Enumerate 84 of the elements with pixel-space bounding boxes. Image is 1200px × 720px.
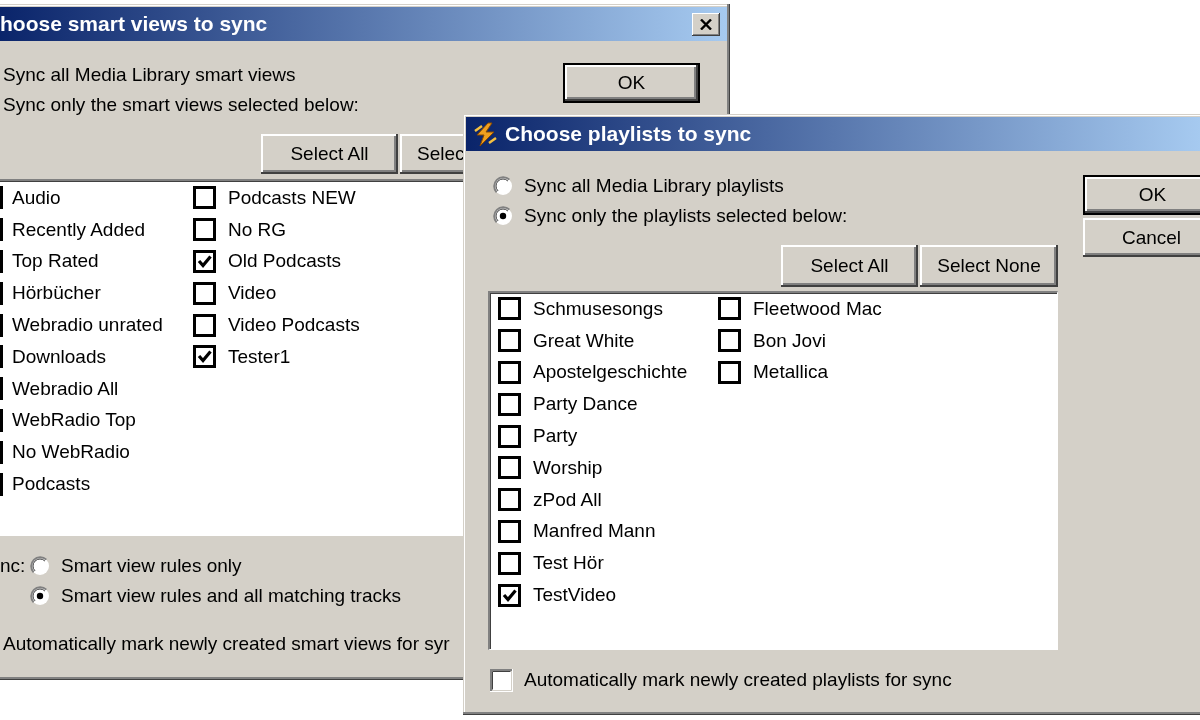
checkbox-label[interactable]: TestVideo (533, 584, 617, 607)
checkbox-edge-icon (0, 408, 3, 432)
checkbox[interactable] (498, 297, 521, 321)
checkbox-label[interactable]: Webradio All (12, 377, 119, 400)
checkbox-edge-icon (0, 218, 3, 242)
checkbox-edge-icon (0, 281, 3, 305)
checkbox[interactable] (718, 329, 741, 353)
dialog-button[interactable]: Select All (781, 245, 918, 287)
lightning-bolt-icon (473, 121, 498, 147)
checkbox[interactable] (498, 392, 521, 416)
checkbox-label[interactable]: No RG (228, 218, 287, 241)
dialog-button[interactable]: Selec (400, 134, 464, 174)
checkbox-label[interactable]: Manfred Mann (533, 520, 656, 543)
checkbox-label[interactable]: Podcasts NEW (228, 186, 356, 209)
checkbox[interactable] (490, 668, 513, 692)
checkbox-label[interactable]: WebRadio Top (12, 409, 136, 432)
checkbox-label[interactable]: Hörbücher (12, 282, 101, 305)
checkbox-label[interactable]: Top Rated (12, 250, 99, 273)
checkbox-label[interactable]: No WebRadio (12, 441, 130, 464)
checkbox[interactable] (193, 313, 216, 337)
checkbox-label[interactable]: Automatically mark newly created playlists for sync (524, 669, 952, 691)
radio-button[interactable] (30, 586, 50, 606)
checkbox-label[interactable]: Tester1 (228, 345, 291, 368)
checkbox-label[interactable]: zPod All (533, 488, 602, 511)
checkbox[interactable] (498, 519, 521, 543)
checkbox-edge-icon (0, 345, 3, 369)
radio-label[interactable]: Sync all Media Library playlists (524, 175, 784, 197)
checkbox-label[interactable]: Webradio unrated (12, 314, 163, 337)
radio-label[interactable]: Sync only the playlists selected below: (524, 205, 848, 227)
radio-button[interactable] (493, 176, 513, 196)
checkbox[interactable] (498, 583, 521, 607)
checkbox-label[interactable]: Old Podcasts (228, 250, 341, 273)
close-icon (700, 18, 712, 30)
checkbox-edge-icon (0, 313, 3, 337)
radio-label[interactable]: Smart view rules and all matching tracks (61, 585, 401, 607)
checkbox[interactable] (498, 488, 521, 512)
radio-button[interactable] (30, 556, 50, 576)
checkbox-label[interactable]: Test Hör (533, 552, 604, 575)
checkbox-label[interactable]: Video Podcasts (228, 314, 360, 337)
dialog-button[interactable]: Select None (920, 245, 1058, 287)
checkbox-label[interactable]: Schmusesongs (533, 297, 663, 320)
checkbox-edge-icon (0, 440, 3, 464)
checkbox-edge-icon (0, 472, 3, 496)
checkbox[interactable] (193, 250, 216, 273)
checkbox-label[interactable]: Great White (533, 329, 635, 352)
radio-button[interactable] (493, 206, 513, 226)
window-title: Choose playlists to sync (505, 122, 752, 146)
checkbox-label[interactable]: Automatically mark newly created smart views for syr (0, 629, 450, 659)
checkbox[interactable] (718, 297, 741, 321)
checkbox[interactable] (498, 551, 521, 575)
checkbox-label[interactable]: Party Dance (533, 393, 638, 416)
checkbox-label[interactable]: Downloads (12, 345, 106, 368)
dialog-button[interactable]: Cancel (1083, 218, 1200, 257)
close-button[interactable] (692, 12, 720, 36)
checkbox-edge-icon (0, 250, 3, 273)
checkbox-label[interactable]: Recently Added (12, 218, 146, 241)
radio-label[interactable]: Sync all Media Library smart views (3, 60, 296, 90)
checkbox-label[interactable]: Podcasts (12, 473, 91, 496)
field-label: nc: (0, 554, 27, 578)
dialog-button[interactable]: OK (1083, 175, 1200, 215)
checkbox[interactable] (193, 186, 216, 210)
checkbox[interactable] (718, 361, 741, 384)
checkbox[interactable] (193, 345, 216, 369)
checkbox[interactable] (498, 329, 521, 353)
checkbox[interactable] (498, 424, 521, 448)
window-title: hoose smart views to sync (0, 12, 269, 36)
checkbox-edge-icon (0, 377, 3, 401)
checkbox-label[interactable]: Worship (533, 456, 603, 479)
checkbox-label[interactable]: Fleetwood Mac (753, 297, 882, 320)
checkbox-label[interactable]: Audio (12, 186, 61, 209)
dialog-button[interactable]: OK (563, 63, 700, 103)
checkbox[interactable] (498, 361, 521, 384)
radio-label[interactable]: Sync only the smart views selected below: (3, 90, 359, 120)
checkbox-label[interactable]: Metallica (753, 361, 828, 384)
checkbox-label[interactable]: Video (228, 282, 277, 305)
checkbox-label[interactable]: Party (533, 425, 578, 448)
checkbox[interactable] (498, 456, 521, 480)
checkbox[interactable] (193, 218, 216, 242)
checkbox-label[interactable]: Bon Jovi (753, 329, 826, 352)
checkbox-label[interactable]: Apostelgeschichte (533, 361, 688, 384)
checkbox[interactable] (193, 281, 216, 305)
dialog-button[interactable]: Select All (261, 134, 398, 174)
checkbox-edge-icon (0, 186, 3, 210)
radio-label[interactable]: Smart view rules only (61, 555, 242, 577)
